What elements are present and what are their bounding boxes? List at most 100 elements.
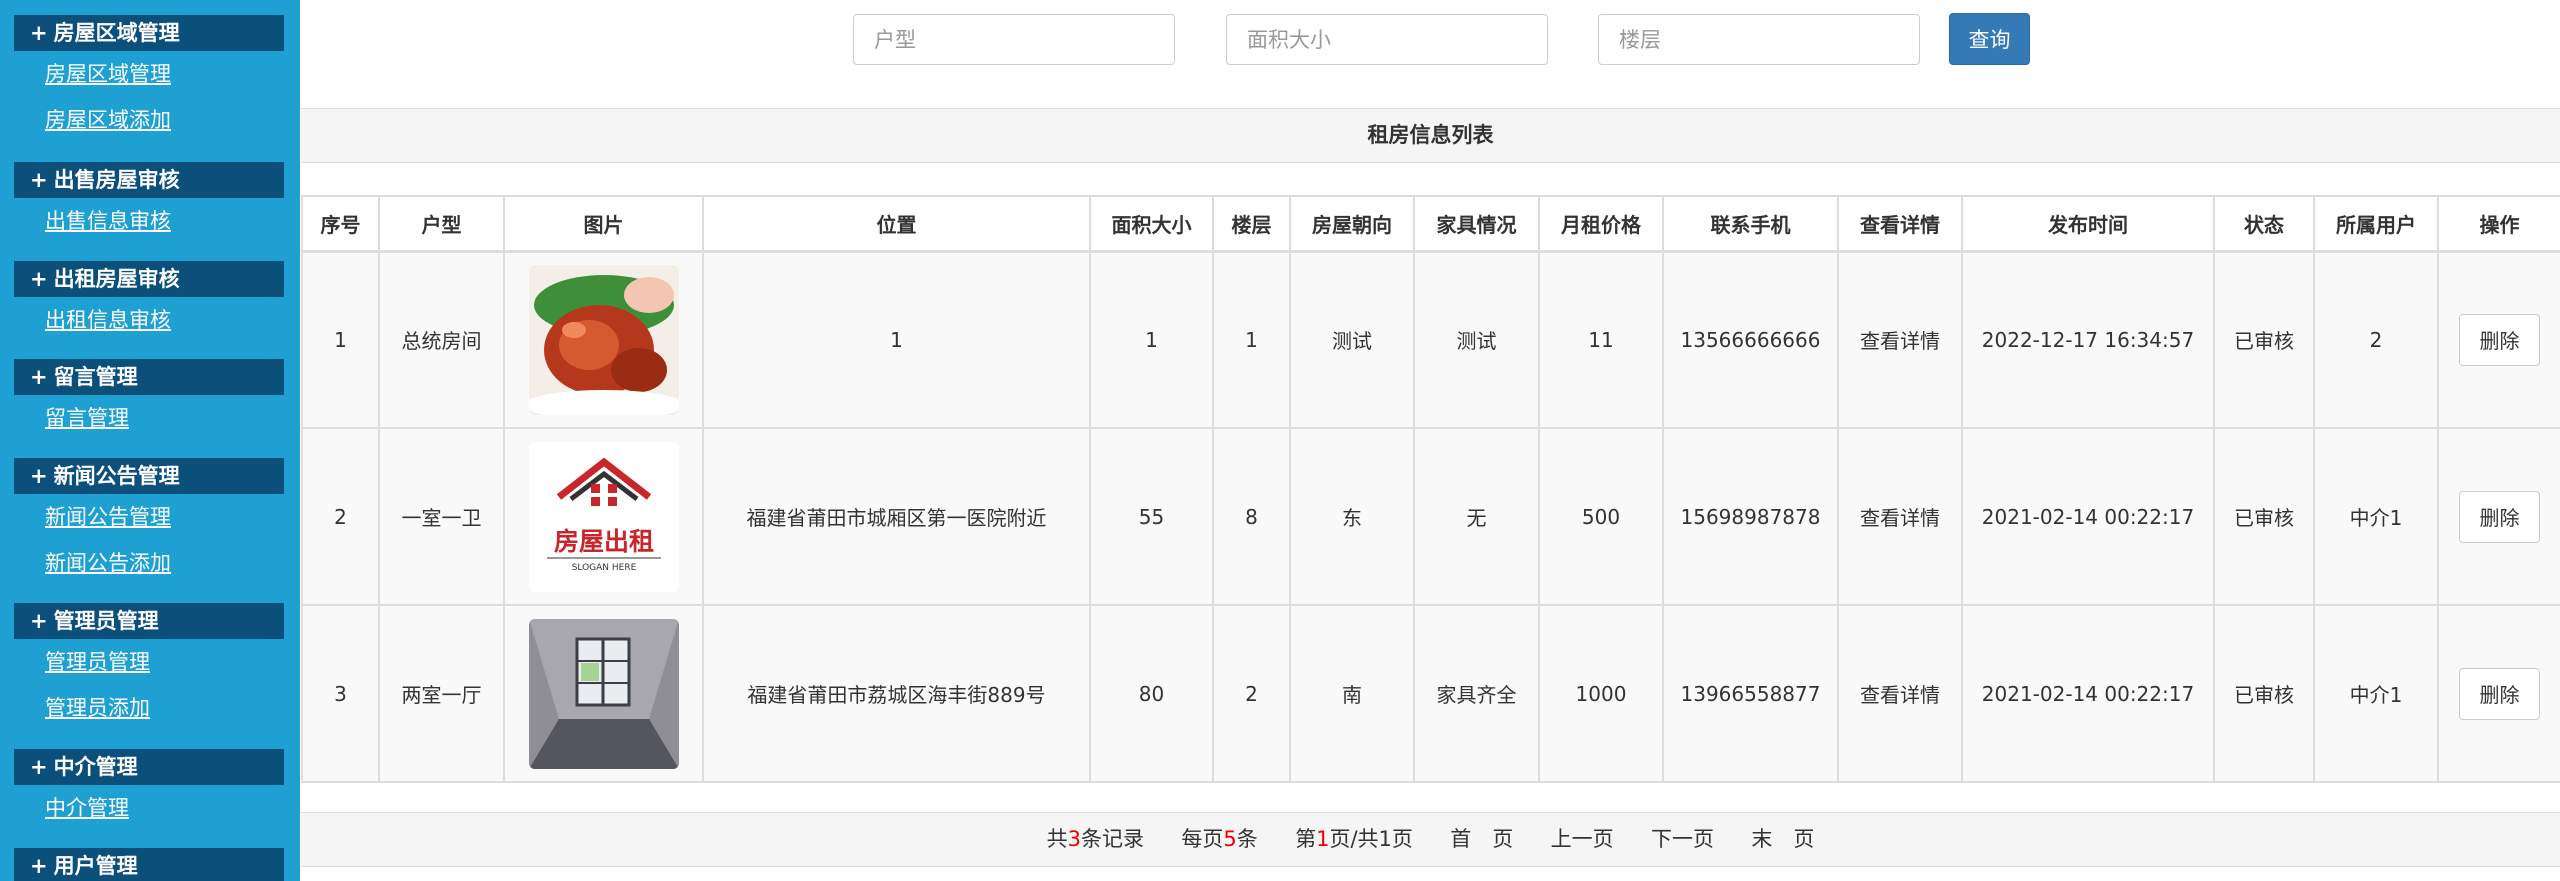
sidebar-item-region-add[interactable]: 房屋区域添加 <box>14 97 284 143</box>
cell-floor: 8 <box>1212 427 1291 606</box>
last-page-link[interactable]: 末 页 <box>1751 827 1814 851</box>
col-header-owner: 所属用户 <box>2313 195 2439 253</box>
cell-time: 2021-02-14 00:22:17 <box>1961 427 2215 606</box>
pagination-bar: 共3条记录 每页5条 第1页/共1页 首 页 上一页 下一页 末 页 <box>301 812 2560 867</box>
table-row: 1 总统房间 1 1 1 测试 测试 11 13566666666 查看详情 2… <box>301 250 2560 429</box>
first-page-link[interactable]: 首 页 <box>1450 827 1513 851</box>
cell-phone: 15698987878 <box>1662 427 1839 606</box>
total-count: 3 <box>1067 827 1081 851</box>
prev-page-link[interactable]: 上一页 <box>1551 827 1614 851</box>
cell-area: 1 <box>1089 250 1214 429</box>
delete-button[interactable]: 删除 <box>2459 490 2540 543</box>
cell-time: 2021-02-14 00:22:17 <box>1961 604 2215 783</box>
menu-group-users: + 用户管理 <box>14 848 284 881</box>
search-button[interactable]: 查询 <box>1949 13 2030 65</box>
current-page: 1 <box>1316 827 1330 851</box>
col-header-location: 位置 <box>702 195 1091 253</box>
col-header-status: 状态 <box>2213 195 2315 253</box>
cell-status: 已审核 <box>2213 604 2315 783</box>
sidebar-item-admin-manage[interactable]: 管理员管理 <box>14 639 284 685</box>
col-header-phone: 联系手机 <box>1662 195 1839 253</box>
menu-header-users[interactable]: + 用户管理 <box>14 848 284 881</box>
col-header-type: 户型 <box>378 195 505 253</box>
cell-rent: 500 <box>1538 427 1664 606</box>
cell-action: 删除 <box>2437 427 2560 606</box>
menu-group-news: + 新闻公告管理 新闻公告管理 新闻公告添加 <box>14 458 284 586</box>
rental-table: 序号 户型 图片 位置 面积大小 楼层 房屋朝向 家具情况 月租价格 联系手机 … <box>301 195 2560 783</box>
sidebar-item-admin-add[interactable]: 管理员添加 <box>14 685 284 731</box>
main-content: 查询 租房信息列表 序号 户型 图片 位置 面积大小 楼层 房屋朝向 家具情况 … <box>300 0 2560 881</box>
menu-header-admin[interactable]: + 管理员管理 <box>14 603 284 639</box>
cell-orientation: 南 <box>1289 604 1415 783</box>
cell-location: 福建省莆田市城厢区第一医院附近 <box>702 427 1091 606</box>
menu-group-rent-review: + 出租房屋审核 出租信息审核 <box>14 261 284 343</box>
cell-action: 删除 <box>2437 250 2560 429</box>
delete-button[interactable]: 删除 <box>2459 313 2540 366</box>
menu-header-messages[interactable]: + 留言管理 <box>14 359 284 395</box>
sidebar-item-region-manage[interactable]: 房屋区域管理 <box>14 51 284 97</box>
menu-header-sale-review[interactable]: + 出售房屋审核 <box>14 162 284 198</box>
cell-floor: 1 <box>1212 250 1291 429</box>
menu-group-messages: + 留言管理 留言管理 <box>14 359 284 441</box>
cell-orientation: 东 <box>1289 427 1415 606</box>
sidebar-item-rent-review[interactable]: 出租信息审核 <box>14 297 284 343</box>
table-row: 2 一室一卫 房屋出租 SLOGAN HERE 福建省莆田市城厢区第一医院附近 … <box>301 427 2560 606</box>
cell-area: 55 <box>1089 427 1214 606</box>
search-area-input[interactable] <box>1226 14 1548 65</box>
page-title: 租房信息列表 <box>301 108 2560 163</box>
page-indicator: 第1页/共1页 <box>1295 827 1413 851</box>
cell-rent: 11 <box>1538 250 1664 429</box>
search-floor-input[interactable] <box>1598 14 1920 65</box>
cell-rent: 1000 <box>1538 604 1664 783</box>
menu-header-region[interactable]: + 房屋区域管理 <box>14 15 284 51</box>
cell-owner: 中介1 <box>2313 427 2439 606</box>
delete-button[interactable]: 删除 <box>2459 667 2540 720</box>
col-header-floor: 楼层 <box>1212 195 1291 253</box>
cell-no: 2 <box>301 427 380 606</box>
per-page-count: 5 <box>1223 827 1237 851</box>
col-header-orientation: 房屋朝向 <box>1289 195 1415 253</box>
sidebar-item-news-add[interactable]: 新闻公告添加 <box>14 540 284 586</box>
cell-furniture: 测试 <box>1413 250 1540 429</box>
col-header-image: 图片 <box>503 195 704 253</box>
menu-header-rent-review[interactable]: + 出租房屋审核 <box>14 261 284 297</box>
sidebar-item-news-manage[interactable]: 新闻公告管理 <box>14 494 284 540</box>
logo-text: 房屋出租 <box>553 527 653 556</box>
cell-image <box>503 604 704 783</box>
cell-floor: 2 <box>1212 604 1291 783</box>
cell-owner: 中介1 <box>2313 604 2439 783</box>
cell-status: 已审核 <box>2213 427 2315 606</box>
cell-no: 3 <box>301 604 380 783</box>
col-header-action: 操作 <box>2437 195 2560 253</box>
menu-group-sale-review: + 出售房屋审核 出售信息审核 <box>14 162 284 244</box>
cell-detail[interactable]: 查看详情 <box>1837 604 1963 783</box>
logo-slogan: SLOGAN HERE <box>571 563 636 573</box>
pork-knuckle-image <box>528 264 679 415</box>
sidebar-item-sale-review[interactable]: 出售信息审核 <box>14 198 284 244</box>
col-header-time: 发布时间 <box>1961 195 2215 253</box>
cell-orientation: 测试 <box>1289 250 1415 429</box>
cell-no: 1 <box>301 250 380 429</box>
menu-group-region: + 房屋区域管理 房屋区域管理 房屋区域添加 <box>14 15 284 143</box>
search-huxing-input[interactable] <box>853 14 1175 65</box>
col-header-no: 序号 <box>301 195 380 253</box>
cell-type: 一室一卫 <box>378 427 505 606</box>
cell-status: 已审核 <box>2213 250 2315 429</box>
cell-image: 房屋出租 SLOGAN HERE <box>503 427 704 606</box>
menu-header-news[interactable]: + 新闻公告管理 <box>14 458 284 494</box>
col-header-rent: 月租价格 <box>1538 195 1664 253</box>
cell-location: 福建省莆田市荔城区海丰街889号 <box>702 604 1091 783</box>
menu-group-agent: + 中介管理 中介管理 <box>14 749 284 831</box>
cell-type: 两室一厅 <box>378 604 505 783</box>
cell-phone: 13966558877 <box>1662 604 1839 783</box>
sidebar-item-agent-manage[interactable]: 中介管理 <box>14 785 284 831</box>
cell-detail[interactable]: 查看详情 <box>1837 427 1963 606</box>
next-page-link[interactable]: 下一页 <box>1651 827 1714 851</box>
cell-detail[interactable]: 查看详情 <box>1837 250 1963 429</box>
menu-header-agent[interactable]: + 中介管理 <box>14 749 284 785</box>
sidebar-item-messages[interactable]: 留言管理 <box>14 395 284 441</box>
col-header-furniture: 家具情况 <box>1413 195 1540 253</box>
cell-furniture: 家具齐全 <box>1413 604 1540 783</box>
cell-owner: 2 <box>2313 250 2439 429</box>
col-header-detail: 查看详情 <box>1837 195 1963 253</box>
